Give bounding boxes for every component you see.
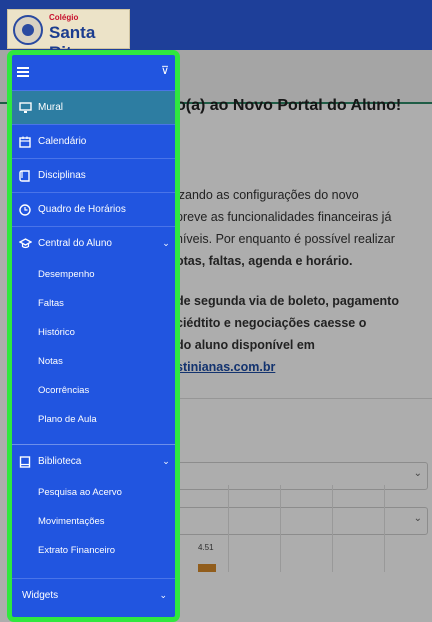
chevron-down-icon: ⌄ <box>159 590 167 600</box>
sidebar-item-label: Mural <box>38 102 64 113</box>
submenu-pesquisa-acervo[interactable]: Pesquisa ao Acervo <box>12 478 175 507</box>
sidebar-item-disciplinas[interactable]: Disciplinas <box>12 159 175 193</box>
submenu-faltas[interactable]: Faltas <box>12 289 175 318</box>
sidebar-item-calendario[interactable]: Calendário <box>12 125 175 159</box>
clock-icon <box>12 203 38 216</box>
submenu-plano-aula[interactable]: Plano de Aula <box>12 405 175 434</box>
widgets-settings-link[interactable]: Permite alterar configurações do <box>12 612 175 617</box>
submenu-notas[interactable]: Notas <box>12 347 175 376</box>
school-logo[interactable]: Colégio Santa Rita <box>7 9 130 62</box>
sidebar-item-label: Widgets <box>22 590 59 601</box>
submenu-movimentacoes[interactable]: Movimentações <box>12 507 175 536</box>
book-square-icon <box>12 455 38 468</box>
sidebar-item-label: Central do Aluno <box>38 238 112 249</box>
chevron-down-icon: ⌄ <box>162 238 170 248</box>
sidebar-header: ⊽ <box>12 55 175 91</box>
logo-small-text: Colégio <box>49 13 79 22</box>
sidebar-item-mural[interactable]: Mural <box>12 91 175 125</box>
hamburger-menu-icon[interactable] <box>17 67 29 77</box>
sidebar-item-central-aluno[interactable]: Central do Aluno ⌄ <box>12 227 175 260</box>
crest-icon <box>13 15 43 45</box>
sidebar-item-label: Disciplinas <box>38 170 86 181</box>
sidebar-item-biblioteca[interactable]: Biblioteca ⌄ <box>12 445 175 478</box>
sidebar-item-label: Biblioteca <box>38 456 82 467</box>
graduation-cap-icon <box>12 238 38 249</box>
sidebar-menu: ⊽ Mural Calendário Disciplinas Quadro de… <box>7 50 180 622</box>
book-icon <box>12 169 38 182</box>
sidebar-item-label: Calendário <box>38 136 87 147</box>
sidebar-item-label: Quadro de Horários <box>38 204 126 215</box>
top-header: Colégio Santa Rita <box>0 0 432 62</box>
submenu-extrato-financeiro[interactable]: Extrato Financeiro <box>12 536 175 565</box>
submenu-ocorrencias[interactable]: Ocorrências <box>12 376 175 405</box>
sidebar-item-widgets[interactable]: Widgets ⌄ <box>12 578 175 612</box>
sidebar-item-quadro-horarios[interactable]: Quadro de Horários <box>12 193 175 227</box>
submenu-historico[interactable]: Histórico <box>12 318 175 347</box>
submenu-desempenho[interactable]: Desempenho <box>12 260 175 289</box>
pin-icon[interactable]: ⊽ <box>161 64 169 77</box>
calendar-icon <box>12 136 38 148</box>
monitor-icon <box>12 101 38 114</box>
chevron-down-icon: ⌄ <box>162 456 170 466</box>
